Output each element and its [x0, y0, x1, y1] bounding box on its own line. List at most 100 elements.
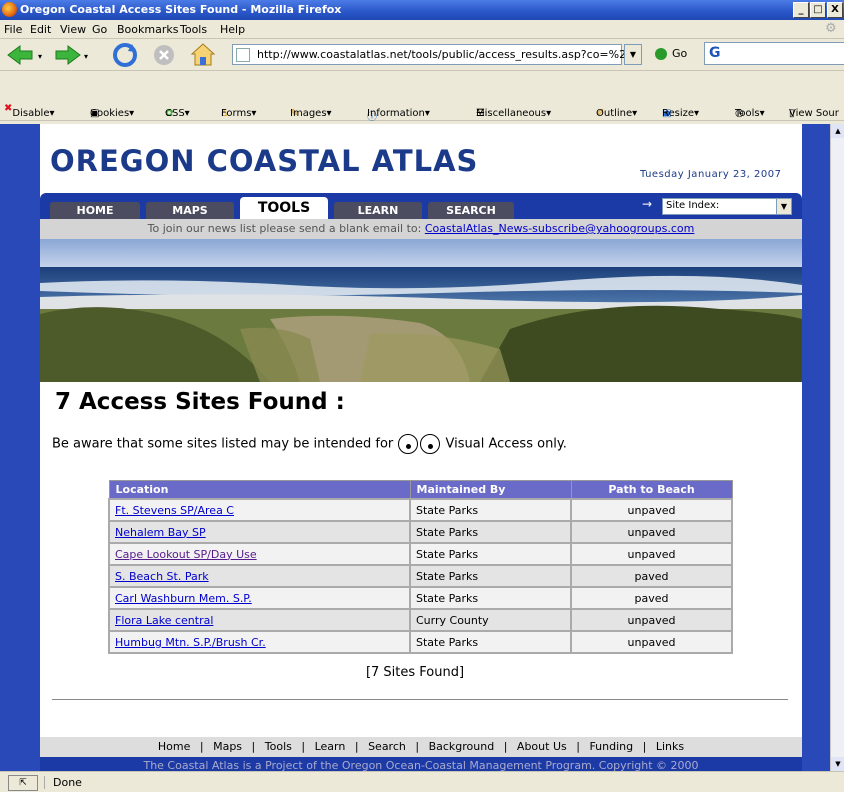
page-viewport: OREGON COASTAL ATLAS Tuesday January 23,…: [0, 124, 830, 771]
column-header-location: Location: [108, 480, 411, 500]
table-row: S. Beach St. Park State Parks paved: [108, 564, 733, 588]
location-link[interactable]: S. Beach St. Park: [115, 570, 209, 583]
status-bar: ⇱ Done: [0, 771, 844, 792]
devbar-forms-label: Forms▾: [221, 108, 257, 119]
news-bar: To join our news list please send a blan…: [40, 219, 802, 239]
path-cell: paved: [570, 564, 733, 588]
site-nav: HOME MAPS TOOLS LEARN SEARCH → Site Inde…: [40, 193, 802, 219]
tab-maps[interactable]: MAPS: [146, 202, 234, 219]
url-bar[interactable]: http://www.coastalatlas.net/tools/public…: [232, 44, 633, 65]
path-cell: unpaved: [570, 608, 733, 632]
location-link[interactable]: Ft. Stevens SP/Area C: [115, 504, 234, 517]
footer-links: Home | Maps | Tools | Learn | Search | B…: [40, 737, 802, 757]
footer-link-learn[interactable]: Learn: [315, 740, 346, 753]
window-title: Oregon Coastal Access Sites Found - Mozi…: [20, 3, 342, 16]
tab-tools[interactable]: TOOLS: [240, 197, 328, 219]
location-link[interactable]: Carl Washburn Mem. S.P.: [115, 592, 252, 605]
throbber-icon: ⚙: [825, 21, 837, 36]
site-index-select[interactable]: Site Index: ▼: [662, 198, 792, 215]
go-label: Go: [672, 47, 688, 60]
menu-bookmarks[interactable]: Bookmarks: [117, 23, 178, 36]
table-row: Humbug Mtn. S.P./Brush Cr. State Parks u…: [108, 630, 733, 654]
stop-icon[interactable]: [152, 43, 176, 67]
url-dropdown-icon[interactable]: ▼: [624, 44, 642, 65]
scroll-down-icon[interactable]: ▼: [831, 757, 844, 771]
footer-link-tools[interactable]: Tools: [265, 740, 292, 753]
location-link[interactable]: Cape Lookout SP/Day Use: [115, 548, 257, 561]
go-button[interactable]: Go: [655, 44, 687, 63]
table-header-row: Location Maintained By Path to Beach: [108, 480, 733, 500]
status-icon: ⇱: [8, 775, 38, 791]
minimize-button[interactable]: _: [793, 2, 809, 18]
menu-file[interactable]: File: [4, 23, 22, 36]
path-cell: unpaved: [570, 630, 733, 654]
footer-link-about-us[interactable]: About Us: [517, 740, 567, 753]
news-email-link[interactable]: CoastalAtlas_News-subscribe@yahoogroups.…: [425, 222, 695, 235]
reload-icon[interactable]: [112, 42, 138, 68]
table-row: Cape Lookout SP/Day Use State Parks unpa…: [108, 542, 733, 566]
location-link[interactable]: Humbug Mtn. S.P./Brush Cr.: [115, 636, 266, 649]
devbar-disable-label: Disable▾: [12, 108, 55, 119]
location-link[interactable]: Nehalem Bay SP: [115, 526, 206, 539]
column-header-path-to-beach: Path to Beach: [570, 480, 733, 500]
tab-search[interactable]: SEARCH: [428, 202, 514, 219]
devbar-view-source-label: View Sour: [789, 108, 839, 119]
home-icon[interactable]: [190, 42, 216, 68]
menu-view[interactable]: View: [60, 23, 86, 36]
location-cell: S. Beach St. Park: [108, 564, 411, 588]
results-heading: 7 Access Sites Found :: [55, 389, 345, 415]
devbar-css-label: CSS▾: [165, 108, 190, 119]
devbar-outline-label: Outline▾: [596, 108, 638, 119]
back-icon[interactable]: ▾: [6, 44, 46, 66]
table-row: Nehalem Bay SP State Parks unpaved: [108, 520, 733, 544]
footer-copyright: The Coastal Atlas is a Project of the Or…: [40, 757, 802, 771]
svg-text:▾: ▾: [38, 52, 42, 61]
site-index-label: Site Index:: [666, 200, 720, 211]
footer-link-links[interactable]: Links: [656, 740, 684, 753]
devbar-tools-label: Tools▾: [735, 108, 765, 119]
footer-link-funding[interactable]: Funding: [589, 740, 633, 753]
url-text: http://www.coastalatlas.net/tools/public…: [257, 48, 634, 61]
beach-photo: [40, 239, 802, 382]
menu-help[interactable]: Help: [220, 23, 245, 36]
menu-tools[interactable]: Tools: [180, 23, 207, 36]
close-button[interactable]: X: [827, 2, 843, 18]
maximize-button[interactable]: □: [810, 2, 826, 18]
path-cell: unpaved: [570, 542, 733, 566]
site-header: OREGON COASTAL ATLAS Tuesday January 23,…: [0, 124, 830, 194]
maintained-by-cell: State Parks: [409, 586, 572, 610]
firefox-icon: [2, 2, 17, 17]
path-cell: unpaved: [570, 520, 733, 544]
footer-link-search[interactable]: Search: [368, 740, 406, 753]
footer-link-background[interactable]: Background: [429, 740, 495, 753]
scroll-up-icon[interactable]: ▲: [831, 124, 844, 138]
eye-icon: [420, 434, 441, 454]
results-table: Location Maintained By Path to Beach Ft.…: [108, 480, 733, 654]
menu-edit[interactable]: Edit: [30, 23, 51, 36]
table-row: Flora Lake central Curry County unpaved: [108, 608, 733, 632]
tab-home[interactable]: HOME: [50, 202, 140, 219]
web-page: OREGON COASTAL ATLAS Tuesday January 23,…: [0, 124, 830, 771]
devbar-disable[interactable]: ✖ Disable▾: [4, 103, 55, 119]
forward-icon[interactable]: ▾: [52, 44, 92, 66]
location-cell: Humbug Mtn. S.P./Brush Cr.: [108, 630, 411, 654]
title-bar: Oregon Coastal Access Sites Found - Mozi…: [0, 0, 844, 20]
search-box[interactable]: G: [704, 42, 844, 65]
maintained-by-cell: State Parks: [409, 630, 572, 654]
maintained-by-cell: State Parks: [409, 498, 572, 522]
vertical-scrollbar[interactable]: ▲ ▼: [830, 124, 844, 771]
site-index-arrow-icon: →: [642, 197, 653, 211]
devbar-resize-label: Resize▾: [662, 108, 700, 119]
footer-link-home[interactable]: Home: [158, 740, 190, 753]
maintained-by-cell: State Parks: [409, 520, 572, 544]
browser-window: Oregon Coastal Access Sites Found - Mozi…: [0, 0, 844, 792]
location-cell: Nehalem Bay SP: [108, 520, 411, 544]
web-developer-toolbar: ✖ Disable▾ ▣ Cookies▾ ✿ CSS▾ ⌂ Forms▾ ✎ …: [0, 98, 844, 123]
location-cell: Carl Washburn Mem. S.P.: [108, 586, 411, 610]
devbar-miscellaneous-label: Miscellaneous▾: [476, 108, 552, 119]
path-cell: unpaved: [570, 498, 733, 522]
tab-learn[interactable]: LEARN: [334, 202, 422, 219]
menu-go[interactable]: Go: [92, 23, 107, 36]
location-link[interactable]: Flora Lake central: [115, 614, 213, 627]
footer-link-maps[interactable]: Maps: [213, 740, 242, 753]
